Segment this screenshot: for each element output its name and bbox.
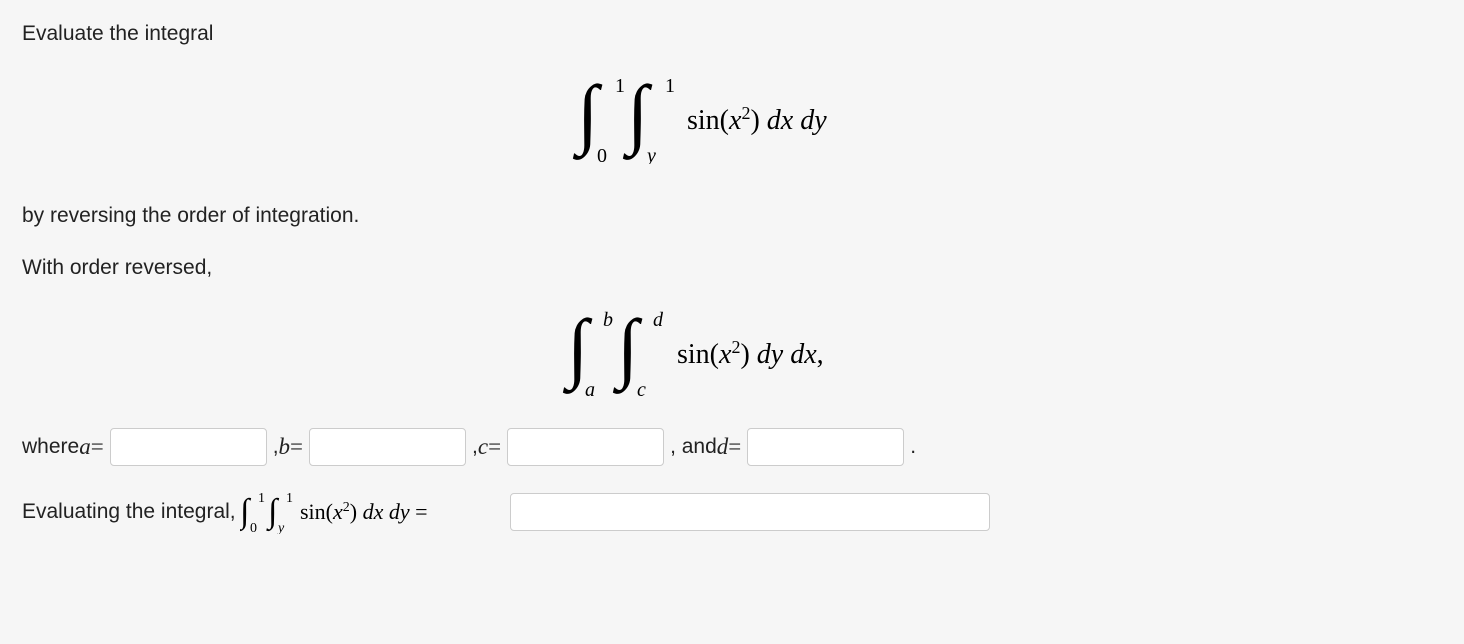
input-d[interactable]	[747, 428, 904, 466]
display-math-1: ∫ 1 0 ∫ 1 y sin(x2) dx dy	[22, 74, 1442, 164]
label-c: c	[478, 434, 488, 460]
integral-1-svg: ∫ 1 0 ∫ 1 y sin(x2) dx dy	[567, 74, 897, 164]
inline-inner-lower: y	[276, 521, 285, 534]
equals-b: =	[290, 434, 303, 460]
text-line-1: Evaluate the integral	[22, 22, 1442, 46]
answer-row: where a = , b = , c = , and d = .	[22, 428, 1442, 466]
int2-outer-upper: b	[603, 309, 613, 331]
input-result[interactable]	[510, 493, 990, 531]
inline-integrand: sin(x2) dx dy =	[300, 499, 428, 524]
inline-outer-lower: 0	[250, 521, 257, 534]
and-text: , and	[670, 435, 717, 459]
int1-outer-lower: 0	[597, 145, 607, 164]
label-b: b	[279, 434, 291, 460]
inline-integral-svg: ∫ 1 0 ∫ 1 y sin(x2) dx dy =	[240, 490, 500, 534]
label-a: a	[79, 434, 91, 460]
prompt-text-3: With order reversed,	[22, 256, 212, 280]
text-line-2: by reversing the order of integration.	[22, 204, 1442, 228]
inline-outer-upper: 1	[258, 491, 265, 506]
input-a[interactable]	[110, 428, 267, 466]
int1-integrand: sin(x2) dx dy	[687, 103, 827, 136]
int2-integrand: sin(x2) dy dx,	[677, 337, 824, 370]
int2-outer-lower: a	[585, 379, 595, 398]
equals-d: =	[728, 434, 741, 460]
prompt-text-2: by reversing the order of integration.	[22, 204, 359, 228]
int2-inner-upper: d	[653, 309, 664, 331]
question-container: Evaluate the integral ∫ 1 0 ∫ 1 y sin(x2…	[0, 0, 1464, 584]
period: .	[910, 435, 916, 459]
int2-inner-lower: c	[637, 379, 646, 398]
input-b[interactable]	[309, 428, 466, 466]
equals-a: =	[91, 434, 104, 460]
where-text: where	[22, 435, 79, 459]
input-c[interactable]	[507, 428, 664, 466]
int1-outer-upper: 1	[615, 75, 625, 97]
text-line-3: With order reversed,	[22, 256, 1442, 280]
evaluate-row: Evaluating the integral, ∫ 1 0 ∫ 1 y sin…	[22, 490, 1442, 534]
display-math-2: ∫ b a ∫ d c sin(x2) dy dx,	[22, 308, 1442, 398]
evaluating-text: Evaluating the integral,	[22, 500, 236, 524]
equals-c: =	[488, 434, 501, 460]
inline-inner-upper: 1	[286, 491, 293, 506]
integral-2-svg: ∫ b a ∫ d c sin(x2) dy dx,	[557, 308, 907, 398]
int1-inner-lower: y	[645, 145, 656, 164]
label-d: d	[717, 434, 729, 460]
prompt-text: Evaluate the integral	[22, 22, 213, 46]
int1-inner-upper: 1	[665, 75, 675, 97]
